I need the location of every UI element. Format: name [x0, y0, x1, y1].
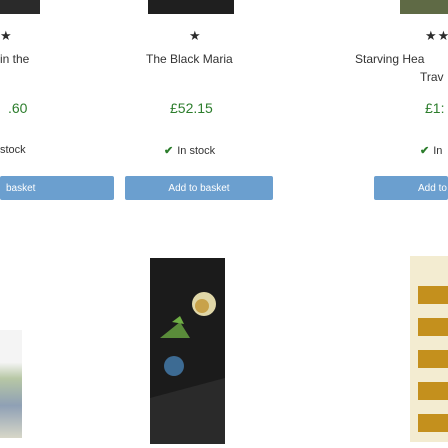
- book-cover-image[interactable]: [0, 330, 22, 438]
- stock-status-text: In stock: [177, 145, 216, 157]
- product-price: .60: [8, 100, 28, 116]
- check-icon: ✔: [164, 145, 174, 157]
- product-thumbnail-top-left[interactable]: [0, 0, 40, 14]
- product-price: £1:: [425, 100, 445, 116]
- product-title-link-line2[interactable]: Trav: [420, 70, 444, 84]
- star-icon: ★: [189, 28, 202, 43]
- add-to-basket-button[interactable]: Add to basket: [125, 176, 273, 200]
- stock-status: stock: [0, 144, 26, 156]
- book-cover-art: [418, 286, 448, 432]
- stock-status-text: In: [433, 145, 443, 157]
- rating-stars: ★★: [425, 28, 448, 44]
- product-thumbnail-top-center[interactable]: [148, 0, 234, 14]
- rating-stars: ★: [0, 28, 13, 44]
- product-thumbnail-top-right[interactable]: [400, 0, 448, 14]
- book-cover-art: [150, 292, 225, 444]
- product-price: £52.15: [170, 100, 213, 116]
- product-title-link[interactable]: The Black Maria: [146, 52, 233, 66]
- check-icon: ✔: [420, 145, 430, 157]
- product-title-link[interactable]: Starving Hea: [355, 52, 424, 66]
- button-label: Add to: [418, 182, 447, 194]
- stock-status: ✔ In stock: [164, 144, 215, 157]
- star-icon: ★★: [425, 28, 448, 43]
- rating-stars: ★: [189, 28, 202, 44]
- button-label: Add to basket: [168, 182, 230, 194]
- star-icon: ★: [0, 28, 13, 43]
- product-title-link[interactable]: in the: [0, 52, 29, 66]
- add-to-basket-button[interactable]: Add to: [374, 176, 448, 200]
- book-cover-image[interactable]: [150, 258, 225, 444]
- button-label: basket: [6, 182, 36, 194]
- stock-status: ✔ In: [420, 144, 442, 157]
- book-cover-image[interactable]: [410, 256, 448, 442]
- add-to-basket-button[interactable]: basket: [0, 176, 114, 200]
